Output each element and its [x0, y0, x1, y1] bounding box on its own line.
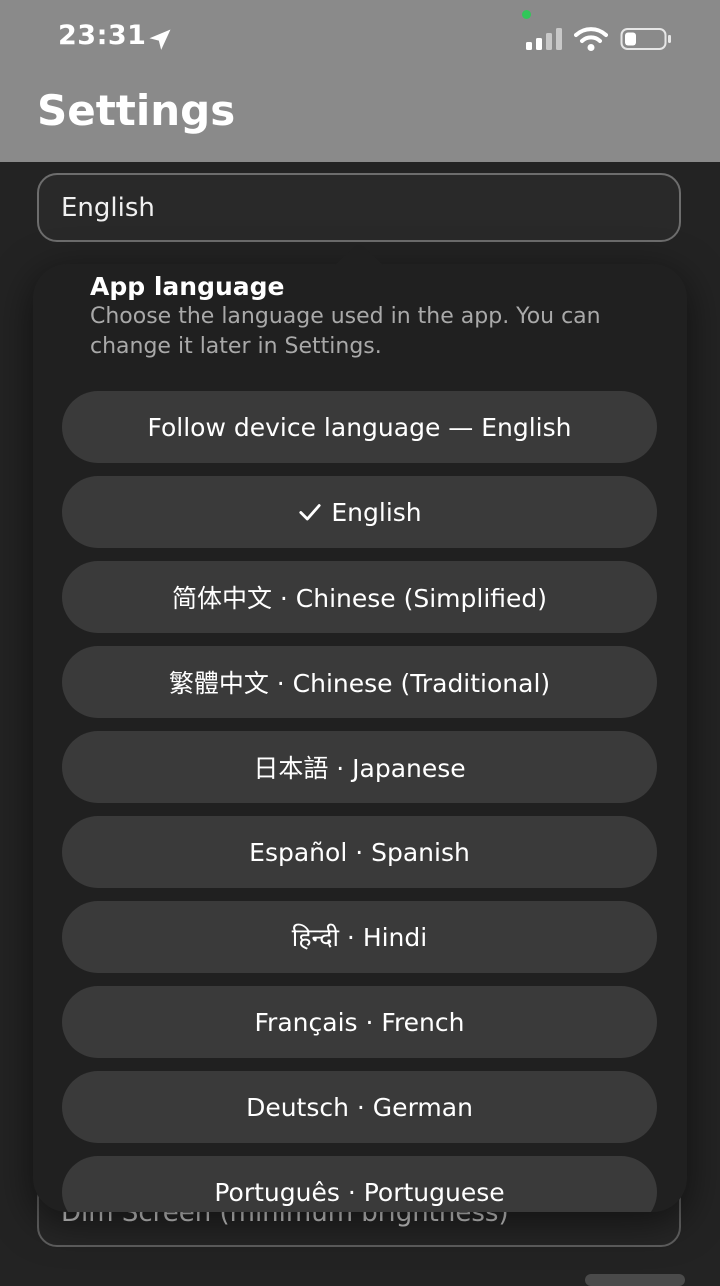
status-bar: 23:31 [0, 0, 720, 80]
battery-icon [620, 28, 671, 50]
language-option-german[interactable]: Deutsch · German [62, 1071, 657, 1143]
language-option-list: Follow device language — English English… [33, 264, 687, 1212]
status-time: 23:31 [58, 20, 147, 51]
language-option-chinese-simplified[interactable]: 简体中文 · Chinese (Simplified) [62, 561, 657, 633]
language-option-follow-device[interactable]: Follow device language — English [62, 391, 657, 463]
language-option-label: Follow device language — English [147, 412, 572, 442]
privacy-indicator-dot [522, 10, 531, 19]
popover-arrow-icon [334, 245, 384, 266]
header: 23:31 Settings [0, 0, 720, 162]
language-option-label: हिन्दी · Hindi [291, 923, 428, 952]
signal-icon [526, 28, 562, 50]
checkmark-icon [299, 504, 321, 521]
language-option-portuguese[interactable]: Português · Portuguese [62, 1156, 657, 1212]
language-option-label: English [331, 497, 422, 527]
language-popover: App language Choose the language used in… [33, 264, 687, 1212]
language-option-label: Español · Spanish [249, 837, 470, 867]
language-option-label: 日本語 · Japanese [253, 754, 466, 783]
language-option-label: Deutsch · German [246, 1092, 473, 1122]
language-option-label: Français · French [254, 1007, 465, 1037]
page-title: Settings [37, 86, 236, 135]
app-language-select[interactable]: English [37, 173, 681, 242]
language-option-japanese[interactable]: 日本語 · Japanese [62, 731, 657, 803]
app-language-select-value: English [61, 193, 155, 223]
language-option-label: Português · Portuguese [214, 1177, 505, 1207]
language-option-hindi[interactable]: हिन्दी · Hindi [62, 901, 657, 973]
language-option-french[interactable]: Français · French [62, 986, 657, 1058]
language-option-chinese-traditional[interactable]: 繁體中文 · Chinese (Traditional) [62, 646, 657, 718]
language-option-english[interactable]: English [62, 476, 657, 548]
language-option-spanish[interactable]: Español · Spanish [62, 816, 657, 888]
wifi-icon [574, 27, 608, 51]
location-arrow-icon [149, 29, 171, 50]
language-option-label: 繁體中文 · Chinese (Traditional) [168, 669, 551, 698]
language-option-label: 简体中文 · Chinese (Simplified) [171, 584, 548, 613]
bottom-partial-control [585, 1274, 685, 1286]
